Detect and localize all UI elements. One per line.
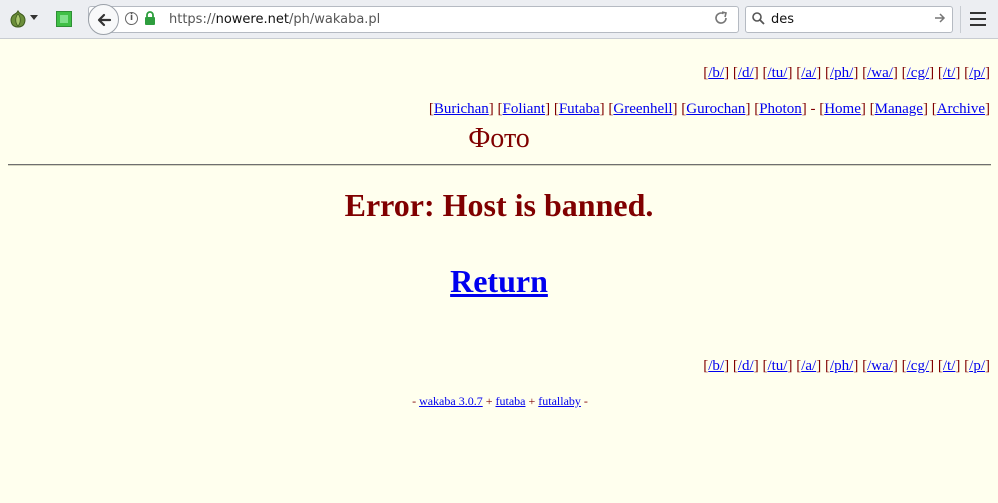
search-go-arrow-icon[interactable] (934, 12, 946, 24)
site-link-futaba[interactable]: Futaba (559, 101, 600, 117)
board-link-cg[interactable]: /cg/ (907, 358, 930, 374)
url-domain: nowere.net (215, 12, 289, 27)
board-link-ph[interactable]: /ph/ (830, 65, 853, 81)
board-link-d[interactable]: /d/ (738, 358, 754, 374)
board-link-tu[interactable]: /tu/ (767, 358, 787, 374)
board-link-a[interactable]: /a/ (801, 65, 816, 81)
board-link-d[interactable]: /d/ (738, 65, 754, 81)
board-link-b[interactable]: /b/ (708, 65, 724, 81)
hamburger-menu-icon[interactable] (970, 12, 986, 26)
board-link-wa[interactable]: /wa/ (867, 65, 893, 81)
home-link[interactable]: Home (824, 101, 861, 117)
back-button[interactable] (88, 4, 119, 35)
board-logo: Фото (468, 123, 530, 154)
footer-link-futaba[interactable]: futaba (496, 394, 526, 408)
page-content: [/b/] [/d/] [/tu/] [/a/] [/ph/] [/wa/] [… (0, 39, 998, 503)
manage-link[interactable]: Manage (875, 101, 923, 117)
return-link[interactable]: Return (450, 263, 548, 299)
board-nav-top: [/b/] [/d/] [/tu/] [/a/] [/ph/] [/wa/] [… (703, 65, 990, 81)
toolbar-divider (960, 6, 961, 33)
board-link-tu[interactable]: /tu/ (767, 65, 787, 81)
board-link-cg[interactable]: /cg/ (907, 65, 930, 81)
error-message: Error: Host is banned. (344, 187, 654, 223)
site-link-photon[interactable]: Photon (759, 101, 802, 117)
board-link-t[interactable]: /t/ (943, 65, 956, 81)
lock-icon[interactable] (144, 11, 156, 25)
site-link-burichan[interactable]: Burichan (434, 101, 489, 117)
footer-link-wakaba-3-0-7[interactable]: wakaba 3.0.7 (419, 394, 483, 408)
board-link-ph[interactable]: /ph/ (830, 358, 853, 374)
board-link-p[interactable]: /p/ (969, 358, 985, 374)
back-arrow-icon (97, 13, 111, 26)
board-nav-bottom: [/b/] [/d/] [/tu/] [/a/] [/ph/] [/wa/] [… (703, 358, 990, 374)
url-prefix: https:// (169, 12, 216, 27)
board-link-t[interactable]: /t/ (943, 358, 956, 374)
divider (8, 164, 991, 166)
footer: - wakaba 3.0.7 + futaba + futallaby - (412, 394, 588, 408)
site-info-icon[interactable]: i (125, 12, 138, 25)
reload-icon[interactable] (714, 11, 728, 25)
board-link-p[interactable]: /p/ (969, 65, 985, 81)
tor-onion-icon[interactable] (8, 9, 28, 29)
browser-toolbar: i https://nowere.net/ph/wakaba.pl des (0, 0, 998, 39)
board-link-a[interactable]: /a/ (801, 358, 816, 374)
site-link-greenhell[interactable]: Greenhell (613, 101, 672, 117)
site-nav: [Burichan] [Foliant] [Futaba] [Greenhell… (428, 101, 990, 117)
extension-icon[interactable] (56, 11, 72, 27)
board-link-b[interactable]: /b/ (708, 358, 724, 374)
tor-menu-chevron-icon[interactable] (30, 15, 38, 20)
footer-link-futallaby[interactable]: futallaby (538, 394, 581, 408)
archive-link[interactable]: Archive (937, 101, 985, 117)
search-input[interactable]: des (771, 12, 794, 27)
site-link-gurochan[interactable]: Gurochan (686, 101, 745, 117)
search-icon (752, 12, 765, 25)
url-text[interactable]: https://nowere.net/ph/wakaba.pl (169, 12, 380, 27)
board-link-wa[interactable]: /wa/ (867, 358, 893, 374)
url-path: /ph/wakaba.pl (288, 12, 381, 27)
site-link-foliant[interactable]: Foliant (503, 101, 546, 117)
